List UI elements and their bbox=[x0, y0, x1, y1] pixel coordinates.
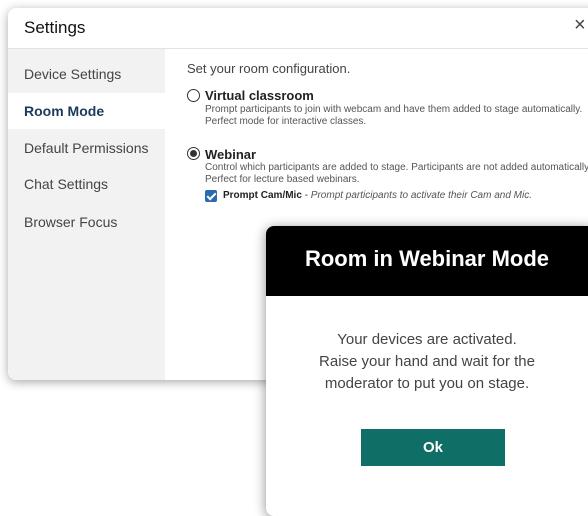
room-config-intro: Set your room configuration. bbox=[187, 61, 351, 76]
virtual-classroom-desc-line1: Prompt participants to join with webcam … bbox=[205, 104, 583, 115]
modal-title: Room in Webinar Mode bbox=[304, 246, 550, 271]
prompt-cam-mic-separator: - bbox=[301, 190, 311, 201]
modal-message-line: Your devices are activated. bbox=[337, 331, 517, 348]
webinar-radio[interactable] bbox=[187, 147, 200, 160]
prompt-cam-mic-checkbox[interactable] bbox=[205, 190, 217, 202]
modal-header: Room in Webinar Mode bbox=[266, 226, 588, 296]
prompt-cam-mic-label: Prompt Cam/Mic - Prompt participants to … bbox=[223, 190, 532, 201]
webinar-description: Control which participants are added to … bbox=[205, 162, 588, 186]
sidebar-item-chat-settings[interactable]: Chat Settings bbox=[8, 166, 165, 202]
modal-message: Your devices are activated. Raise your h… bbox=[266, 329, 588, 395]
close-icon[interactable]: × bbox=[574, 15, 586, 35]
webinar-title: Webinar bbox=[205, 147, 257, 162]
ok-button[interactable]: Ok bbox=[361, 429, 505, 466]
webinar-desc-line2: Perfect for lecture based webinars. bbox=[205, 174, 360, 185]
sidebar-item-room-mode[interactable]: Room Mode bbox=[8, 93, 165, 129]
settings-title: Settings bbox=[24, 18, 86, 37]
settings-header: Settings × bbox=[8, 8, 588, 49]
prompt-cam-mic-description: Prompt participants to activate their Ca… bbox=[310, 190, 532, 201]
modal-message-line: moderator to put you on stage. bbox=[324, 375, 530, 392]
sidebar-item-browser-focus[interactable]: Browser Focus bbox=[8, 204, 165, 240]
virtual-classroom-desc-line2: Perfect mode for interactive classes. bbox=[205, 116, 367, 127]
webinar-mode-modal: Room in Webinar Mode Your devices are ac… bbox=[266, 226, 588, 516]
virtual-classroom-radio[interactable] bbox=[187, 89, 200, 102]
webinar-desc-line1: Control which participants are added to … bbox=[205, 162, 588, 173]
virtual-classroom-title: Virtual classroom bbox=[205, 88, 314, 103]
virtual-classroom-description: Prompt participants to join with webcam … bbox=[205, 104, 588, 128]
prompt-cam-mic-title: Prompt Cam/Mic bbox=[223, 190, 302, 201]
sidebar-item-default-permissions[interactable]: Default Permissions bbox=[8, 130, 165, 166]
sidebar-item-device-settings[interactable]: Device Settings bbox=[8, 56, 165, 92]
settings-sidebar: Device Settings Room Mode Default Permis… bbox=[8, 49, 165, 380]
modal-message-line: Raise your hand and wait for the bbox=[319, 353, 535, 370]
